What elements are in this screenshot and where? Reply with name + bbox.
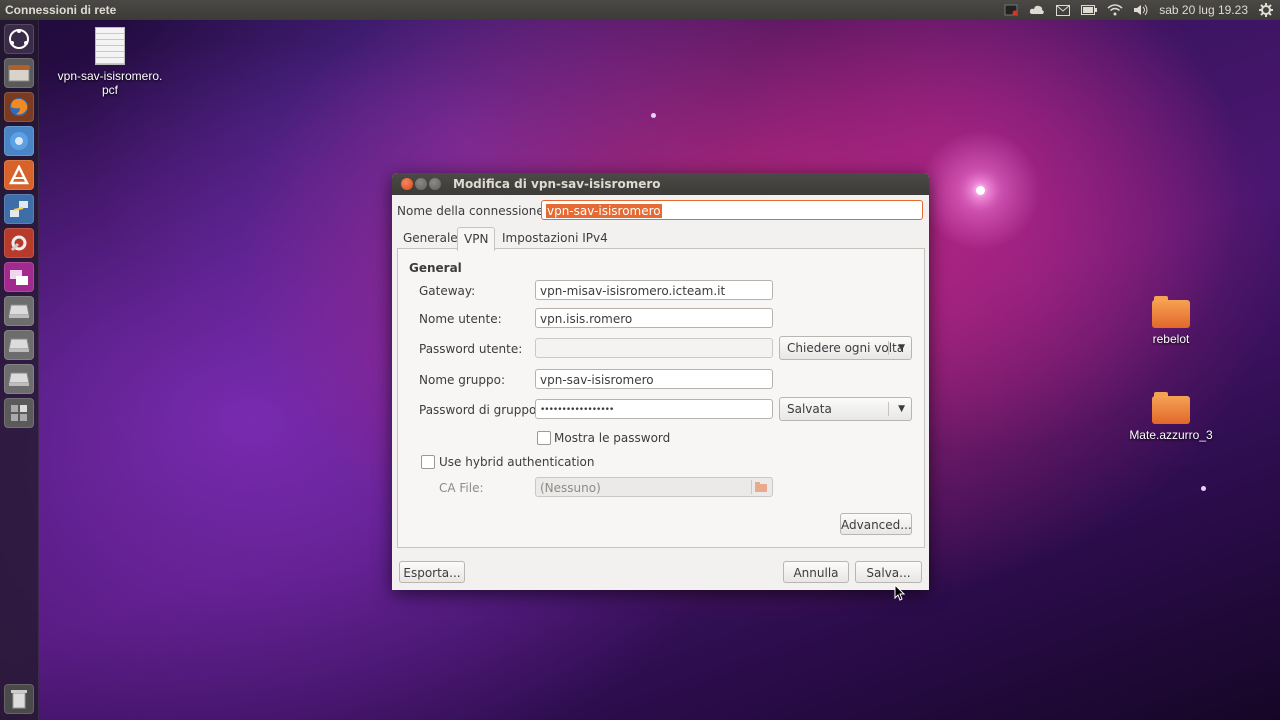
advanced-button[interactable]: Advanced...: [840, 513, 912, 535]
chevron-down-icon: ▼: [898, 343, 905, 353]
trash-icon[interactable]: [4, 684, 34, 714]
remote-desktop-icon[interactable]: [4, 262, 34, 292]
mail-icon[interactable]: [1055, 3, 1071, 17]
launcher: [0, 20, 39, 720]
file-manager-icon[interactable]: [4, 58, 34, 88]
top-panel: Connessioni di rete sab 20 lug 19.23: [0, 0, 1280, 20]
wifi-icon[interactable]: [1107, 3, 1123, 17]
minimize-window-button[interactable]: [415, 178, 427, 190]
star-decoration: [1201, 486, 1206, 491]
show-passwords-checkbox[interactable]: [537, 431, 551, 445]
desktop-icon-label: Mate.azzurro_3: [1129, 428, 1213, 442]
dialog-title: Modifica di vpn-sav-isisromero: [453, 177, 661, 191]
battery-icon[interactable]: [1081, 3, 1098, 17]
hybrid-auth-label[interactable]: Use hybrid authentication: [439, 455, 595, 469]
cancel-button[interactable]: Annulla: [783, 561, 849, 583]
system-settings-icon[interactable]: [4, 228, 34, 258]
dialog-titlebar[interactable]: Modifica di vpn-sav-isisromero: [392, 173, 929, 195]
close-window-button[interactable]: [401, 178, 413, 190]
chevron-down-icon: ▼: [898, 404, 905, 414]
edit-connection-dialog: Modifica di vpn-sav-isisromero Nome dell…: [392, 173, 929, 590]
mouse-cursor-icon: [894, 584, 906, 601]
tab-vpn[interactable]: VPN: [457, 227, 496, 251]
user-password-label: Password utente:: [419, 342, 523, 356]
drive-icon[interactable]: [4, 296, 34, 326]
indicator-area: sab 20 lug 19.23: [1003, 0, 1274, 20]
combo-separator: [888, 341, 889, 355]
tab-ipv4-settings[interactable]: Impostazioni IPv4: [496, 227, 614, 249]
cloud-icon[interactable]: [1029, 3, 1045, 17]
firefox-icon[interactable]: [4, 92, 34, 122]
drive-icon[interactable]: [4, 364, 34, 394]
show-passwords-label[interactable]: Mostra le password: [554, 431, 670, 445]
star-decoration: [651, 113, 656, 118]
folder-icon: [1152, 392, 1190, 424]
folder-icon: [1152, 296, 1190, 328]
desktop-icon-label: rebelot: [1152, 332, 1190, 346]
tab-generale[interactable]: Generale: [397, 227, 464, 249]
star-decoration: [976, 186, 985, 195]
chromium-icon[interactable]: [4, 126, 34, 156]
group-password-input[interactable]: •••••••••••••••••: [535, 399, 773, 419]
recording-icon[interactable]: [1003, 3, 1019, 17]
desktop-file-vpn-pcf[interactable]: vpn-sav-isisromero. pcf: [52, 27, 168, 97]
group-name-input[interactable]: vpn-sav-isisromero: [535, 369, 773, 389]
user-password-mode-value: Chiedere ogni volta: [787, 341, 905, 355]
ca-file-chooser[interactable]: (Nessuno): [535, 477, 773, 497]
connection-name-label: Nome della connessione:: [397, 204, 548, 218]
software-center-icon[interactable]: [4, 160, 34, 190]
active-app-title: Connessioni di rete: [5, 3, 117, 17]
group-name-label: Nome gruppo:: [419, 373, 505, 387]
group-password-mode-value: Salvata: [787, 402, 832, 416]
drive-icon[interactable]: [4, 330, 34, 360]
folder-icon: [751, 480, 769, 494]
hybrid-auth-checkbox[interactable]: [421, 455, 435, 469]
section-title: General: [409, 261, 462, 275]
username-input[interactable]: vpn.isis.romero: [535, 308, 773, 328]
desktop-folder-rebelot[interactable]: rebelot: [1126, 296, 1216, 346]
ca-file-value: (Nessuno): [540, 481, 601, 495]
save-button[interactable]: Salva...: [855, 561, 922, 583]
maximize-window-button[interactable]: [429, 178, 441, 190]
dash-home-icon[interactable]: [4, 24, 34, 54]
desktop-folder-mate-azzurro[interactable]: Mate.azzurro_3: [1116, 392, 1226, 442]
workspace-switcher-icon[interactable]: [4, 398, 34, 428]
username-label: Nome utente:: [419, 312, 502, 326]
text-file-icon: [95, 27, 125, 65]
connection-name-value: vpn-sav-isisromero: [546, 204, 662, 218]
gateway-input[interactable]: vpn-misav-isisromero.icteam.it: [535, 280, 773, 300]
desktop-icon-label: vpn-sav-isisromero. pcf: [57, 69, 163, 97]
ca-file-label: CA File:: [439, 481, 484, 495]
vpn-tab-panel: General Gateway: vpn-misav-isisromero.ic…: [397, 248, 925, 548]
group-password-mode-select[interactable]: Salvata ▼: [779, 397, 912, 421]
speaker-icon[interactable]: [1133, 3, 1149, 17]
group-password-label: Password di gruppo:: [419, 403, 541, 417]
gateway-label: Gateway:: [419, 284, 476, 298]
network-settings-icon[interactable]: [4, 194, 34, 224]
user-password-mode-select[interactable]: Chiedere ogni volta ▼: [779, 336, 912, 360]
export-button[interactable]: Esporta...: [399, 561, 465, 583]
user-password-input[interactable]: [535, 338, 773, 358]
connection-name-input[interactable]: vpn-sav-isisromero: [541, 200, 923, 220]
combo-separator: [888, 402, 889, 416]
gear-icon[interactable]: [1258, 3, 1274, 17]
tab-bar: Generale VPN Impostazioni IPv4: [397, 227, 923, 251]
clock[interactable]: sab 20 lug 19.23: [1159, 3, 1248, 17]
